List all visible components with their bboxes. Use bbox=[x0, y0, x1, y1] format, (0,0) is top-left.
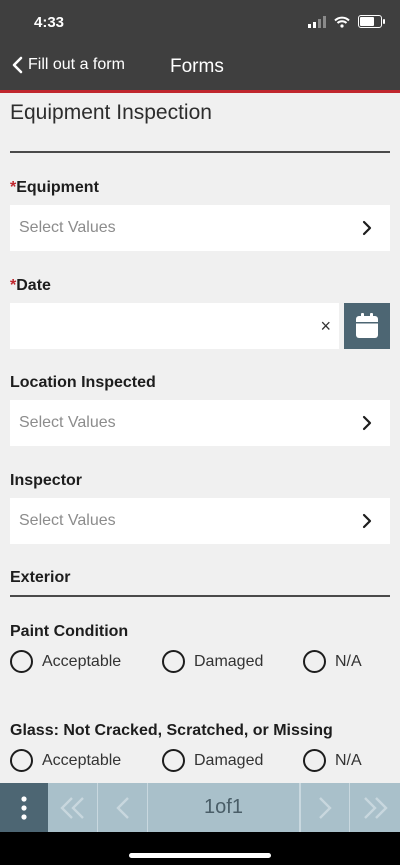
radio-circle[interactable] bbox=[162, 749, 185, 772]
glass-options: Acceptable Damaged N/A bbox=[10, 749, 400, 779]
title-divider bbox=[10, 151, 390, 153]
paint-radio-acceptable[interactable]: Acceptable bbox=[10, 650, 121, 673]
form-title: Equipment Inspection bbox=[10, 101, 212, 124]
chevron-left-icon bbox=[115, 796, 129, 819]
page-indicator: 1of1 bbox=[148, 783, 300, 832]
equipment-label: *Equipment bbox=[10, 179, 99, 197]
chevron-right-icon bbox=[362, 415, 372, 431]
equipment-placeholder: Select Values bbox=[19, 219, 116, 236]
radio-label: N/A bbox=[335, 652, 362, 670]
radio-circle[interactable] bbox=[162, 650, 185, 673]
radio-label: Acceptable bbox=[42, 751, 122, 769]
radio-label: Acceptable bbox=[42, 652, 122, 670]
glass-radio-damaged[interactable]: Damaged bbox=[162, 749, 263, 772]
inspector-label: Inspector bbox=[10, 472, 83, 489]
date-input[interactable]: × bbox=[10, 303, 339, 349]
calendar-button[interactable] bbox=[344, 303, 390, 349]
chevron-left-icon bbox=[12, 56, 23, 74]
equipment-label-text: Equipment bbox=[16, 179, 99, 196]
double-chevron-left-icon bbox=[59, 796, 84, 819]
wifi-icon bbox=[334, 16, 350, 28]
section-exterior: Exterior bbox=[10, 569, 71, 586]
close-icon[interactable]: × bbox=[320, 316, 331, 337]
equipment-select[interactable]: Select Values bbox=[10, 205, 390, 251]
home-indicator[interactable] bbox=[129, 853, 271, 858]
battery-icon bbox=[358, 15, 385, 28]
inspector-placeholder: Select Values bbox=[19, 512, 116, 529]
date-label: *Date bbox=[10, 277, 51, 295]
home-indicator-area bbox=[0, 832, 400, 865]
next-page-button[interactable] bbox=[300, 783, 350, 832]
location-placeholder: Select Values bbox=[19, 414, 116, 431]
paint-condition-options: Acceptable Damaged N/A bbox=[10, 650, 400, 680]
pager-bar: 1of1 bbox=[0, 783, 400, 832]
previous-page-button[interactable] bbox=[98, 783, 148, 832]
paint-radio-damaged[interactable]: Damaged bbox=[162, 650, 263, 673]
nav-title: Forms bbox=[170, 56, 224, 77]
glass-radio-na[interactable]: N/A bbox=[303, 749, 362, 772]
radio-label: Damaged bbox=[194, 652, 264, 670]
back-button[interactable]: Fill out a form bbox=[10, 56, 125, 74]
calendar-icon bbox=[356, 313, 378, 338]
inspector-select[interactable]: Select Values bbox=[10, 498, 390, 544]
paint-condition-label: Paint Condition bbox=[10, 623, 129, 640]
status-time: 4:33 bbox=[34, 14, 65, 31]
signal-icon bbox=[308, 15, 326, 28]
radio-circle[interactable] bbox=[10, 650, 33, 673]
radio-circle[interactable] bbox=[10, 749, 33, 772]
chevron-right-icon bbox=[362, 513, 372, 529]
radio-label: Damaged bbox=[194, 751, 264, 769]
radio-circle[interactable] bbox=[303, 650, 326, 673]
last-page-button[interactable] bbox=[350, 783, 400, 832]
chevron-right-icon bbox=[319, 796, 332, 819]
more-vertical-icon bbox=[21, 795, 27, 820]
section-divider bbox=[10, 595, 390, 597]
glass-label: Glass: Not Cracked, Scratched, or Missin… bbox=[10, 722, 333, 739]
paint-radio-na[interactable]: N/A bbox=[303, 650, 362, 673]
back-label: Fill out a form bbox=[28, 56, 125, 73]
location-select[interactable]: Select Values bbox=[10, 400, 390, 446]
status-bar: 4:33 bbox=[0, 0, 400, 46]
radio-label: N/A bbox=[335, 751, 362, 769]
nav-bar: Fill out a form Forms bbox=[0, 46, 400, 93]
double-chevron-right-icon bbox=[364, 796, 388, 819]
location-label: Location Inspected bbox=[10, 374, 156, 391]
status-icons bbox=[308, 15, 385, 28]
first-page-button[interactable] bbox=[48, 783, 98, 832]
more-menu-button[interactable] bbox=[0, 783, 48, 832]
date-label-text: Date bbox=[16, 277, 51, 294]
form-content[interactable]: Equipment Inspection *Equipment Select V… bbox=[0, 93, 400, 783]
chevron-right-icon bbox=[362, 220, 372, 236]
glass-radio-acceptable[interactable]: Acceptable bbox=[10, 749, 121, 772]
radio-circle[interactable] bbox=[303, 749, 326, 772]
